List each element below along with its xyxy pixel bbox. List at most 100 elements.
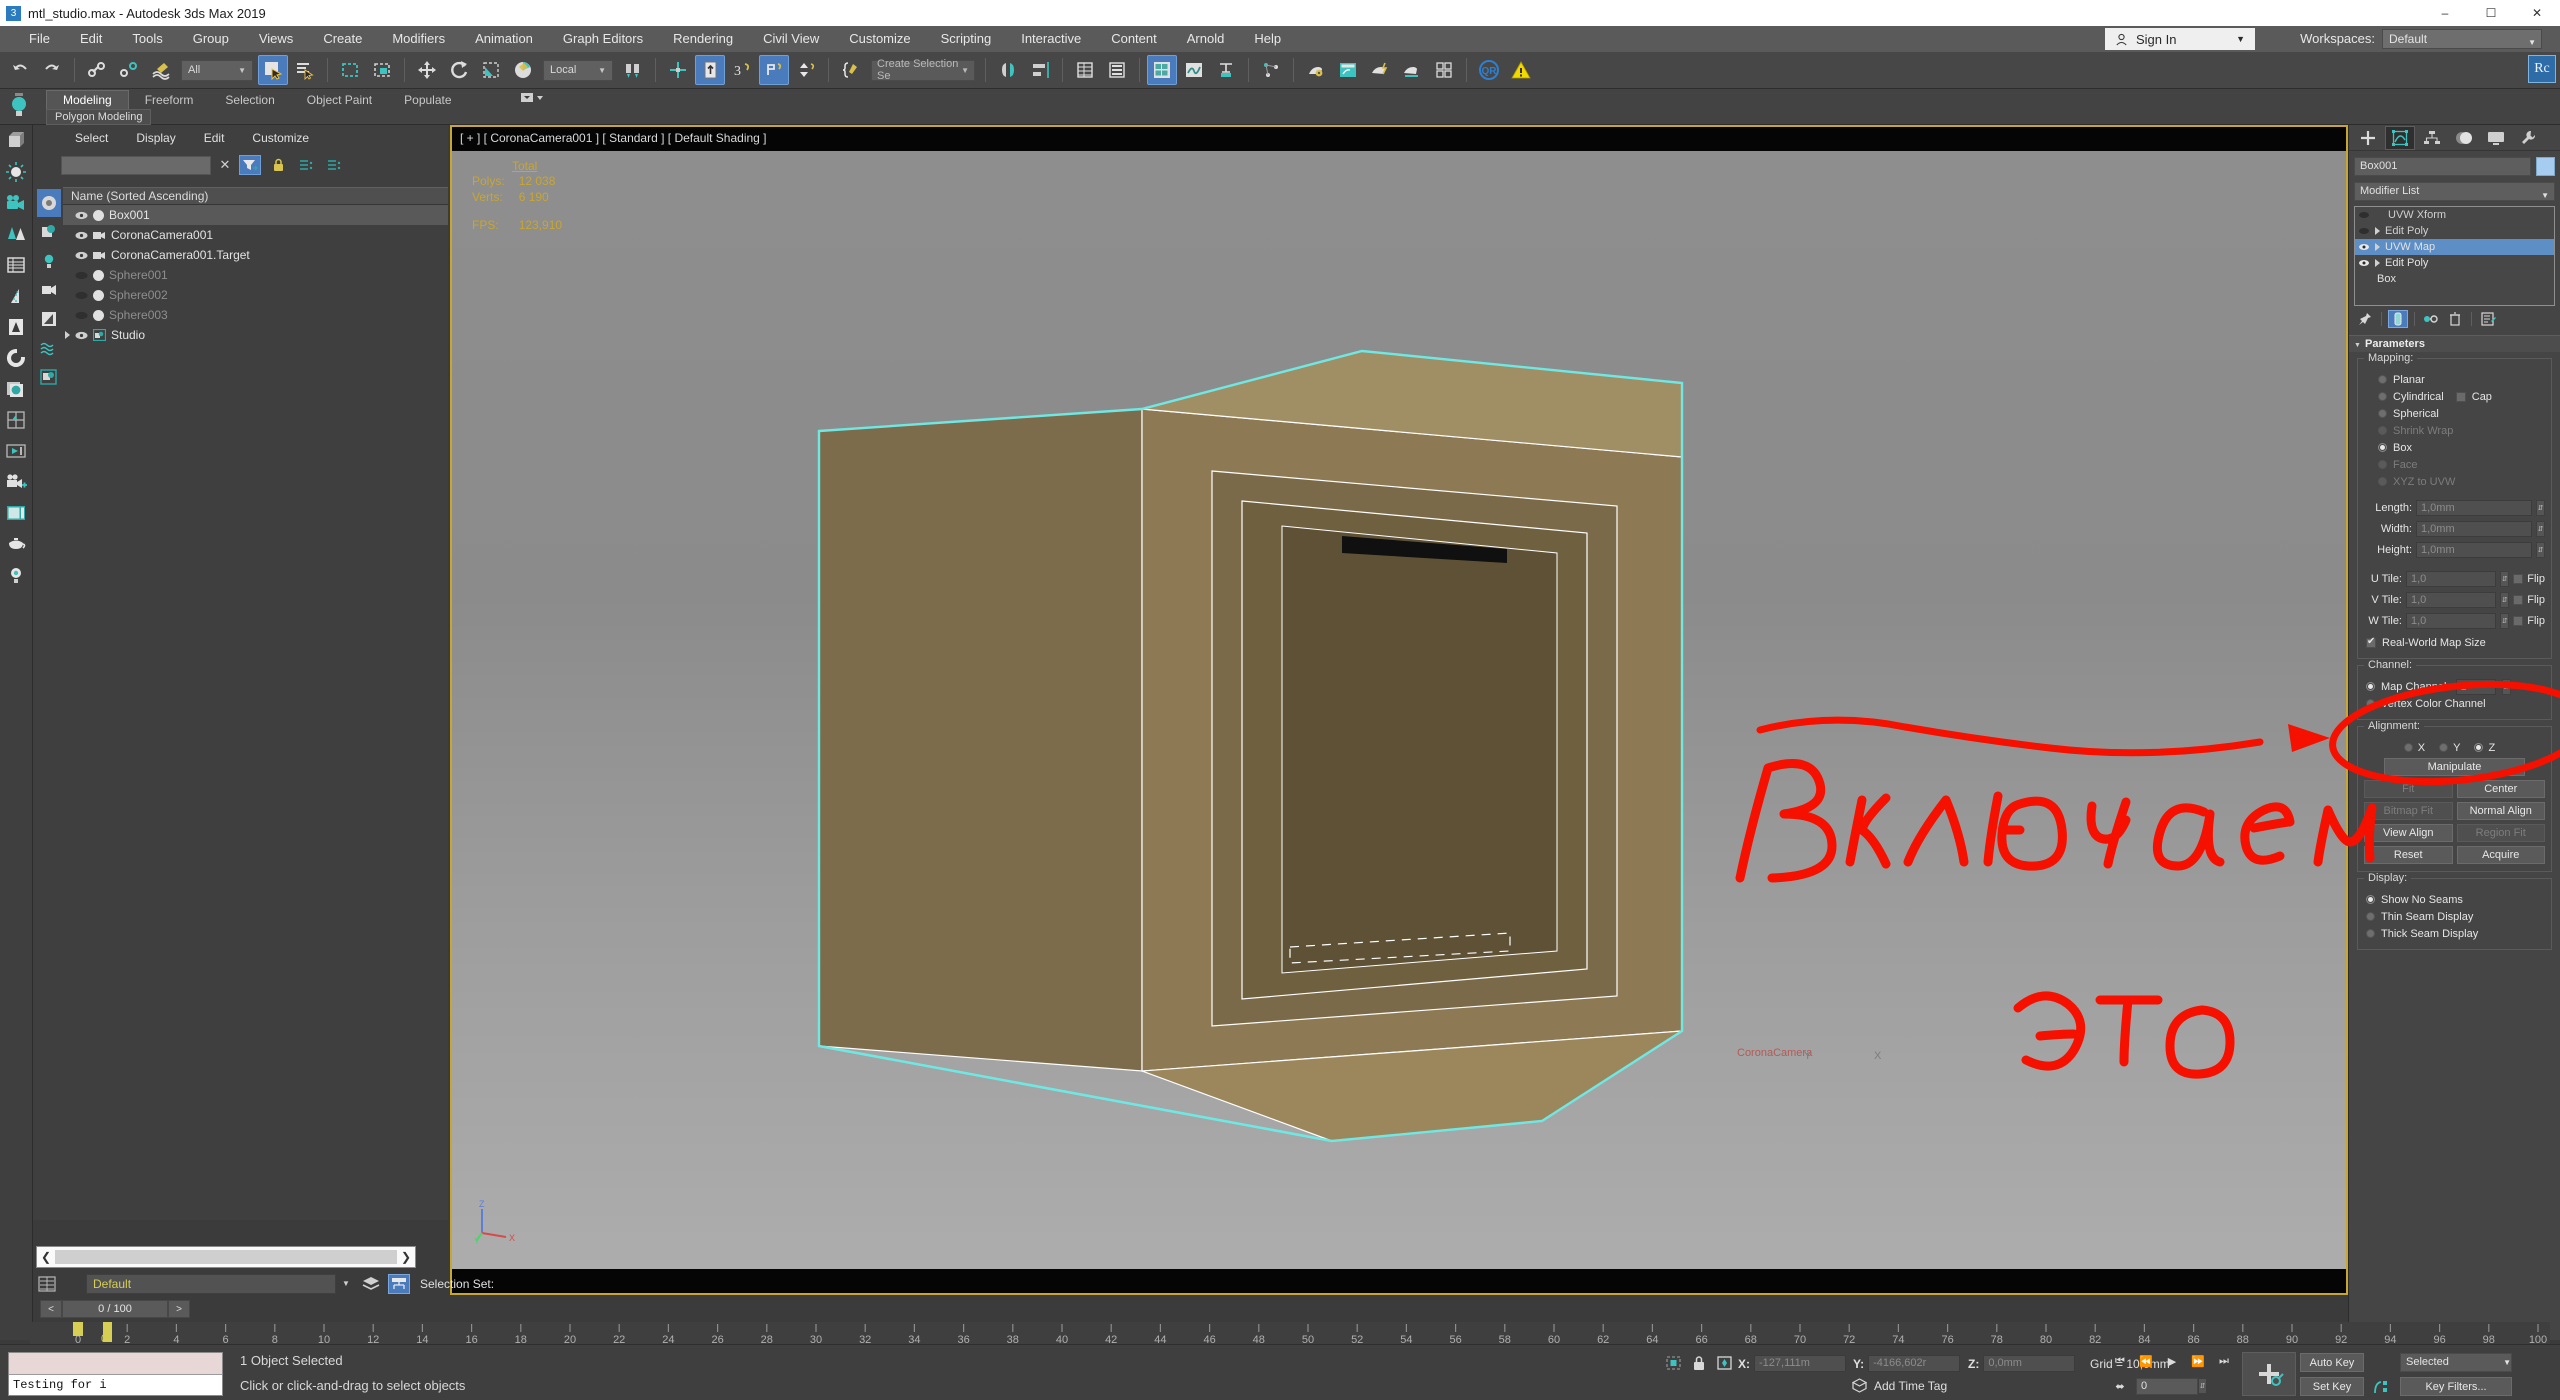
close-button[interactable]: ✕ <box>2514 0 2560 26</box>
v-flip-checkbox[interactable] <box>2513 594 2524 605</box>
radio-icon[interactable] <box>2378 409 2387 418</box>
snaps-toggle-icon[interactable] <box>663 55 693 85</box>
viewport-layout-icon[interactable] <box>0 404 31 435</box>
maxscript-mini-listener[interactable]: Testing for i <box>8 1352 223 1396</box>
spinner-icon[interactable]: ⇵ <box>2500 570 2510 587</box>
menu-customize[interactable]: Customize <box>834 26 925 52</box>
render-setup-icon[interactable] <box>1301 55 1331 85</box>
expand-all-icon[interactable] <box>295 155 317 175</box>
acquire-button[interactable]: Acquire <box>2456 846 2545 864</box>
filter-all-icon[interactable] <box>37 189 61 217</box>
particle-view-icon[interactable] <box>1256 55 1286 85</box>
sign-in-button[interactable]: Sign In ▼ <box>2105 28 2255 50</box>
ribbon-tab-populate[interactable]: Populate <box>388 91 467 109</box>
create-aec-foliage-icon[interactable] <box>0 218 31 249</box>
mapping-option-planar[interactable]: Planar <box>2364 371 2545 388</box>
selection-lock-toggle-icon[interactable] <box>1692 1355 1706 1371</box>
next-frame-icon[interactable]: ⏩ <box>2188 1352 2208 1370</box>
named-selection-set-input[interactable]: Create Selection Se ▼ <box>871 58 975 82</box>
menu-interactive[interactable]: Interactive <box>1006 26 1096 52</box>
menu-content[interactable]: Content <box>1096 26 1172 52</box>
v-tile-value[interactable]: 1,0 <box>2406 591 2497 608</box>
modifier-toggle-on-icon[interactable] <box>2358 242 2370 252</box>
selection-set-toggle-icon[interactable] <box>388 1274 410 1294</box>
modifier-stack-row[interactable]: UVW Xform <box>2355 207 2554 223</box>
list-item[interactable]: Box001 <box>63 205 448 225</box>
radio-icon[interactable] <box>2378 375 2387 384</box>
curve-editor-icon[interactable] <box>1179 55 1209 85</box>
radio-icon[interactable] <box>2474 743 2484 752</box>
selection-filter-select[interactable]: All ▼ <box>181 59 253 81</box>
visibility-eye-icon[interactable] <box>75 250 88 261</box>
radio-icon[interactable] <box>2366 699 2375 708</box>
spinner-icon[interactable]: ⇵ <box>2536 499 2545 516</box>
modifier-toggle-off-icon[interactable] <box>2358 210 2370 220</box>
length-value[interactable]: 1,0mm <box>2416 499 2532 516</box>
minimize-button[interactable]: – <box>2422 0 2468 26</box>
coord-x-value[interactable]: -127,111m <box>1754 1355 1846 1372</box>
collapse-all-icon[interactable] <box>323 155 345 175</box>
menu-tools[interactable]: Tools <box>117 26 177 52</box>
filter-groups-icon[interactable] <box>37 363 61 391</box>
make-unique-icon[interactable] <box>2421 310 2441 328</box>
map-channel-row[interactable]: Map Channel: 1 ⇵ <box>2364 678 2545 695</box>
clear-search-icon[interactable]: ✕ <box>217 157 233 173</box>
w-tile-value[interactable]: 1,0 <box>2406 612 2497 629</box>
visibility-eye-off-icon[interactable] <box>75 270 88 281</box>
spinner-icon[interactable]: ⇵ <box>2536 541 2545 558</box>
current-frame-spinner[interactable]: 0 ⇵ <box>2136 1377 2207 1395</box>
safe-frames-icon[interactable] <box>0 497 31 528</box>
filter-space-warps-icon[interactable] <box>37 334 61 362</box>
create-standard-primitives-icon[interactable] <box>0 125 31 156</box>
real-world-map-size-checkbox[interactable] <box>2366 636 2376 648</box>
configure-modifier-sets-icon[interactable] <box>2478 310 2498 328</box>
modifier-stack-row[interactable]: Box <box>2355 271 2554 287</box>
toggle-scene-explorer-icon[interactable] <box>1070 55 1100 85</box>
frame-prev-button[interactable]: < <box>40 1300 62 1318</box>
modifier-toggle-on-icon[interactable] <box>2358 258 2370 268</box>
visibility-eye-icon[interactable] <box>75 210 88 221</box>
thin-seam-display-row[interactable]: Thin Seam Display <box>2364 908 2545 925</box>
map-channel-value[interactable]: 1 <box>2455 678 2496 695</box>
expand-triangle-icon[interactable] <box>65 331 70 339</box>
previous-frame-icon[interactable]: ⏪ <box>2136 1352 2156 1370</box>
width-value[interactable]: 1,0mm <box>2416 520 2532 537</box>
modifier-list-dropdown[interactable]: Modifier List ▼ <box>2354 182 2555 201</box>
select-and-link-icon[interactable] <box>82 55 112 85</box>
unlink-selection-icon[interactable] <box>114 55 144 85</box>
mapping-option-cylindrical[interactable]: Cylindrical Cap <box>2364 388 2545 405</box>
listener-output-pane[interactable] <box>9 1353 222 1375</box>
spinner-icon[interactable]: ⇵ <box>2500 612 2510 629</box>
search-input[interactable] <box>61 155 211 175</box>
layers-icon[interactable] <box>360 1274 382 1294</box>
material-library-icon[interactable] <box>0 373 31 404</box>
expand-triangle-icon[interactable] <box>2375 259 2380 267</box>
window-crossing-toggle-icon[interactable] <box>367 55 397 85</box>
current-frame-value[interactable]: 0 <box>2136 1377 2198 1395</box>
visibility-eye-off-icon[interactable] <box>75 310 88 321</box>
placement-tool-icon[interactable] <box>508 55 538 85</box>
go-to-start-icon[interactable]: ⏮ <box>2110 1352 2130 1370</box>
spinner-icon[interactable]: ⇵ <box>2198 1377 2207 1394</box>
u-tile-value[interactable]: 1,0 <box>2406 570 2497 587</box>
display-tab[interactable] <box>2481 126 2511 150</box>
bitmap-fit-button[interactable]: Bitmap Fit <box>2364 802 2453 820</box>
radio-icon[interactable] <box>2366 929 2375 938</box>
key-mode-select[interactable]: Selected ▼ <box>2400 1353 2512 1372</box>
chevron-down-icon[interactable]: ▼ <box>342 1279 350 1288</box>
filter-helpers-icon[interactable] <box>37 305 61 333</box>
ribbon-minimize-icon[interactable] <box>6 91 32 123</box>
align-icon[interactable] <box>1025 55 1055 85</box>
explorer-column-header[interactable]: Name (Sorted Ascending) <box>63 187 448 205</box>
auto-key-button[interactable]: Auto Key <box>2300 1353 2364 1372</box>
percent-snap-toggle-icon[interactable] <box>759 55 789 85</box>
create-compound-objects-icon[interactable] <box>0 342 31 373</box>
filter-geometry-icon[interactable] <box>37 218 61 246</box>
radio-icon[interactable] <box>2378 443 2387 452</box>
visibility-eye-icon[interactable] <box>75 230 88 241</box>
mapping-option-box[interactable]: Box <box>2364 439 2545 456</box>
list-item[interactable]: CoronaCamera001.Target <box>63 245 448 265</box>
center-button[interactable]: Center <box>2456 780 2545 798</box>
visibility-eye-icon[interactable] <box>75 330 88 341</box>
modifier-stack-row[interactable]: Edit Poly <box>2355 255 2554 271</box>
